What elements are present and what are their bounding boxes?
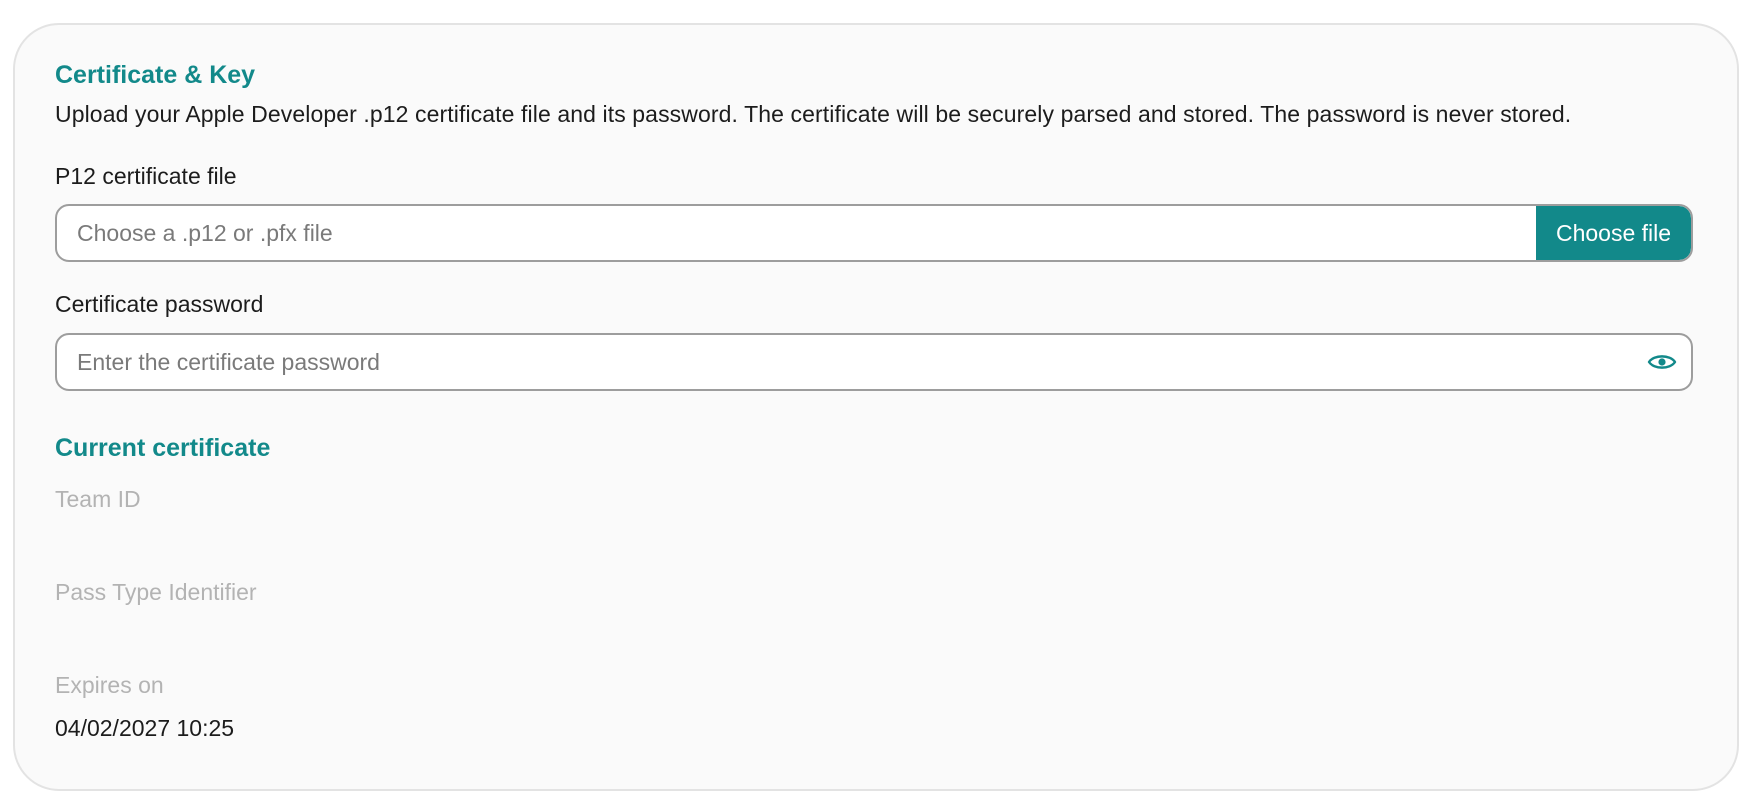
password-input[interactable]: Enter the certificate password (55, 333, 1693, 391)
eye-icon (1647, 355, 1677, 369)
team-id-label: Team ID (55, 486, 141, 512)
section-title: Certificate & Key (55, 61, 256, 89)
show-password-toggle[interactable] (1645, 346, 1679, 378)
file-picker[interactable]: Choose a .p12 or .pfx file Choose file (55, 204, 1693, 262)
choose-file-button[interactable]: Choose file (1536, 206, 1691, 260)
password-input-placeholder: Enter the certificate password (77, 349, 380, 375)
certificate-card: Certificate & Key Upload your Apple Deve… (13, 23, 1739, 791)
expires-on-label: Expires on (55, 672, 164, 698)
password-field-label: Certificate password (55, 291, 264, 317)
current-certificate-title: Current certificate (55, 434, 271, 462)
file-field-label: P12 certificate file (55, 163, 237, 189)
pass-type-identifier-label: Pass Type Identifier (55, 579, 257, 605)
section-description: Upload your Apple Developer .p12 certifi… (55, 101, 1572, 127)
expires-on-value: 04/02/2027 10:25 (55, 715, 235, 741)
file-picker-placeholder: Choose a .p12 or .pfx file (77, 220, 333, 246)
